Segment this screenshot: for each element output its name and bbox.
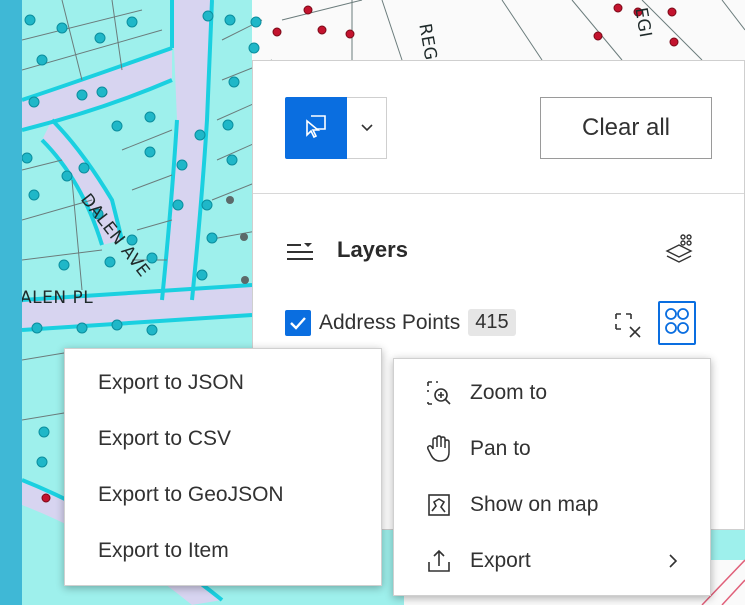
select-cursor-icon [303, 113, 329, 144]
layer-name: Address Points [319, 310, 461, 334]
select-tool-button[interactable] [285, 97, 347, 159]
menu-item-zoom-to[interactable]: Zoom to [394, 365, 710, 421]
layer-row-address-points[interactable]: Address Points 415 [285, 309, 516, 336]
street-label-alen-pl: ALEN PL [22, 288, 94, 308]
layer-count-badge: 415 [468, 309, 516, 336]
export-to-item[interactable]: Export to Item [65, 523, 381, 579]
export-submenu: Export to JSON Export to CSV Export to G… [64, 348, 382, 586]
chevron-down-icon [360, 119, 373, 137]
layer-actions-button[interactable] [658, 301, 696, 345]
menu-item-show-on-map[interactable]: Show on map [394, 477, 710, 533]
clear-all-button[interactable]: Clear all [540, 97, 712, 159]
export-to-geojson[interactable]: Export to GeoJSON [65, 467, 381, 523]
panel-divider [253, 193, 744, 194]
layer-checkbox[interactable] [285, 309, 311, 336]
chevron-right-icon [668, 551, 678, 575]
pan-hand-icon [424, 434, 454, 464]
actions-grid-icon [663, 304, 691, 343]
layer-options-icon[interactable] [663, 231, 697, 270]
zoom-to-icon [424, 378, 454, 408]
export-icon [424, 546, 454, 576]
layer-actions-menu: Zoom to Pan to Show on map Export [393, 358, 711, 596]
export-to-json[interactable]: Export to JSON [65, 355, 381, 411]
layers-collapse-icon[interactable] [285, 241, 315, 268]
menu-item-export[interactable]: Export [394, 533, 710, 589]
select-tool-dropdown[interactable] [347, 97, 387, 159]
layers-heading: Layers [337, 237, 408, 262]
menu-item-label: Pan to [470, 437, 531, 460]
menu-item-label: Export [470, 549, 531, 572]
menu-item-pan-to[interactable]: Pan to [394, 421, 710, 477]
menu-item-label: Show on map [470, 493, 599, 516]
export-to-csv[interactable]: Export to CSV [65, 411, 381, 467]
show-on-map-icon [424, 490, 454, 520]
clear-selection-icon[interactable] [613, 311, 647, 346]
menu-item-label: Zoom to [470, 381, 548, 404]
